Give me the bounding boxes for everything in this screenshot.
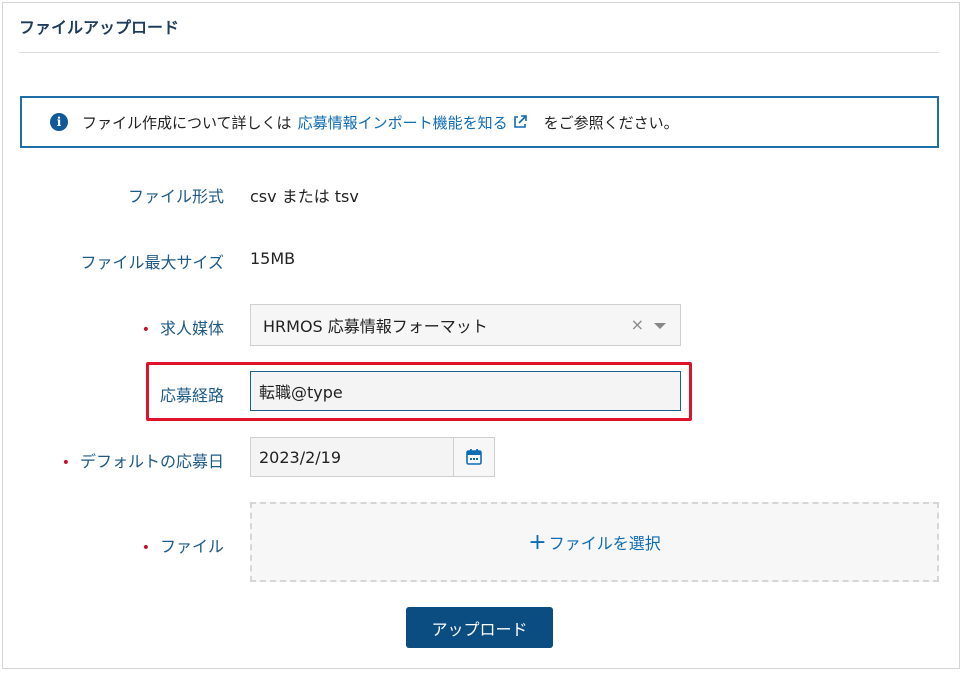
- divider: [19, 52, 939, 53]
- max-size-value: 15MB: [250, 249, 296, 268]
- page-title: ファイルアップロード: [19, 18, 180, 37]
- default-date-label-row: • デフォルトの応募日: [62, 448, 224, 472]
- media-label: 求人媒体: [159, 319, 224, 338]
- route-label: 応募経路: [159, 386, 224, 405]
- select-file-text: ファイルを選択: [548, 534, 661, 553]
- external-link-icon: [513, 115, 527, 128]
- media-select[interactable]: HRMOS 応募情報フォーマット ×: [250, 304, 681, 346]
- plus-icon: +: [528, 529, 547, 555]
- file-dropzone[interactable]: + ファイルを選択: [250, 502, 939, 582]
- required-mark: •: [141, 322, 150, 338]
- file-format-label: ファイル形式: [127, 187, 224, 206]
- import-help-link[interactable]: 応募情報インポート機能を知る: [298, 112, 528, 133]
- file-format-value: csv または tsv: [250, 187, 359, 206]
- info-prefix: ファイル作成について詳しくは: [82, 113, 292, 132]
- clear-icon[interactable]: ×: [631, 315, 644, 334]
- calendar-icon: [466, 449, 482, 465]
- upload-button[interactable]: アップロード: [406, 607, 553, 648]
- route-input[interactable]: [250, 371, 681, 411]
- import-help-link-text: 応募情報インポート機能を知る: [297, 113, 508, 132]
- file-label-row: • ファイル: [142, 533, 224, 557]
- required-mark: •: [61, 455, 70, 471]
- default-date-label: デフォルトの応募日: [79, 452, 224, 471]
- max-size-label: ファイル最大サイズ: [80, 253, 224, 272]
- required-mark: •: [141, 540, 150, 556]
- calendar-button[interactable]: [453, 437, 495, 477]
- media-select-value: HRMOS 応募情報フォーマット: [263, 317, 488, 336]
- info-suffix: をご参照ください。: [543, 113, 679, 132]
- info-banner: i ファイル作成について詳しくは 応募情報インポート機能を知る をご参照ください…: [20, 96, 939, 148]
- file-label: ファイル: [159, 537, 224, 556]
- info-icon: i: [50, 113, 68, 131]
- default-date-input[interactable]: [250, 437, 454, 477]
- media-label-row: • 求人媒体: [142, 315, 224, 339]
- chevron-down-icon[interactable]: [654, 323, 666, 329]
